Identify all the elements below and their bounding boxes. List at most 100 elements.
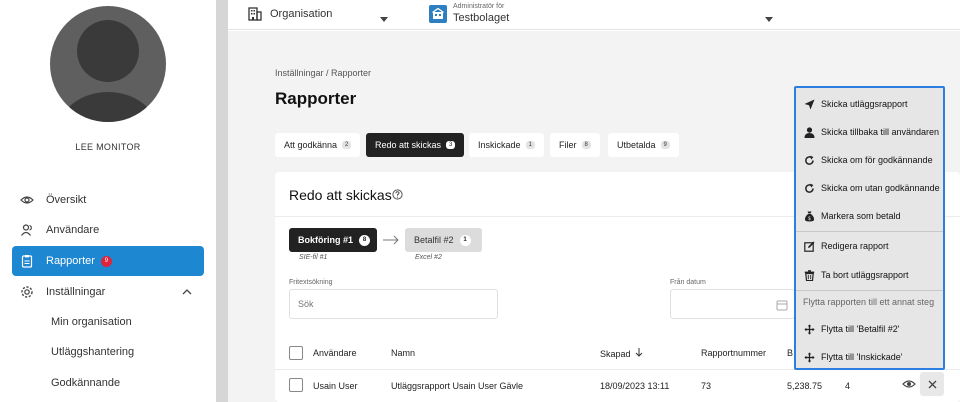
gear-icon xyxy=(20,285,34,299)
menu-item-redigera-rapport[interactable]: Redigera rapport xyxy=(796,232,943,260)
column-header-created[interactable]: Skapad xyxy=(600,348,643,359)
column-header-amount[interactable]: B xyxy=(787,348,793,358)
caret-down-icon[interactable] xyxy=(765,11,773,25)
building-icon xyxy=(248,7,262,24)
close-icon xyxy=(928,380,936,388)
row-checkbox[interactable] xyxy=(289,378,303,394)
organisation-select[interactable]: Organisation xyxy=(270,8,332,20)
menu-divider xyxy=(796,290,943,291)
users-icon xyxy=(20,223,34,237)
tab-filer[interactable]: Filer 8 xyxy=(550,133,600,157)
eye-icon xyxy=(20,193,34,207)
sidebar-subitem-utlaggshantering[interactable]: Utläggshantering xyxy=(51,346,134,358)
sort-down-icon xyxy=(635,348,643,359)
breadcrumb: Inställningar / Rapporter xyxy=(275,68,372,78)
menu-item-skicka-om-utan-godkannande[interactable]: Skicka om utan godkännande xyxy=(796,174,943,202)
clipboard-icon xyxy=(20,254,34,268)
caret-down-icon[interactable] xyxy=(380,11,388,25)
cell-user: Usain User xyxy=(313,381,358,391)
help-icon[interactable] xyxy=(392,189,403,203)
menu-item-skicka-utlaggsrapport[interactable]: Skicka utläggsrapport xyxy=(796,90,943,118)
column-header-number[interactable]: Rapportnummer xyxy=(701,348,766,358)
svg-text:$: $ xyxy=(807,216,810,222)
company-select[interactable]: Testbolaget xyxy=(453,12,509,24)
cell-name[interactable]: Utläggsrapport Usain User Gävle xyxy=(391,381,523,391)
cell-count: 4 xyxy=(845,381,851,391)
menu-item-label: Markera som betald xyxy=(821,211,901,221)
tab-label: Redo att skickas xyxy=(375,140,442,150)
avatar[interactable] xyxy=(50,6,166,122)
select-all-checkbox[interactable] xyxy=(289,346,303,360)
tab-redo-att-skickas[interactable]: Redo att skickas 3 xyxy=(366,133,465,157)
calendar-icon[interactable] xyxy=(776,299,788,314)
step-label: Bokföring #1 xyxy=(298,235,354,245)
admin-caption: Administratör för xyxy=(453,3,505,10)
cell-created: 18/09/2023 13:11 xyxy=(600,381,670,391)
arrow-right-icon xyxy=(382,234,400,248)
user-name: LEE MONITOR xyxy=(75,142,141,152)
column-header-user[interactable]: Användare xyxy=(313,348,357,358)
sidebar-scrollbar[interactable] xyxy=(216,0,228,402)
close-menu-button[interactable] xyxy=(920,372,944,396)
sidebar-subitem-min-organisation[interactable]: Min organisation xyxy=(51,316,132,328)
money-bag-icon: $ xyxy=(803,210,815,222)
tab-label: Att godkänna xyxy=(284,140,338,150)
menu-item-label: Skicka om utan godkännande xyxy=(821,183,940,193)
sidebar-item-oversikt[interactable]: Översikt xyxy=(12,185,204,215)
sidebar: LEE MONITOR Översikt Användare Rapporter… xyxy=(0,0,216,402)
cell-amount: 5,238.75 xyxy=(787,381,823,391)
report-actions-menu: Skicka utläggsrapport Skicka tillbaka ti… xyxy=(794,86,945,370)
menu-item-label: Skicka tillbaka till användaren xyxy=(821,127,940,137)
tab-count: 8 xyxy=(581,141,591,149)
sidebar-item-anvandare[interactable]: Användare xyxy=(12,215,204,245)
tab-count: 9 xyxy=(660,141,670,149)
menu-item-markera-som-betald[interactable]: $ Markera som betald xyxy=(796,202,943,230)
chevron-up-icon[interactable] xyxy=(182,286,192,298)
tab-att-godkanna[interactable]: Att godkänna 2 xyxy=(275,133,361,157)
send-icon xyxy=(803,98,815,110)
move-icon xyxy=(803,351,815,363)
menu-item-ta-bort[interactable]: Ta bort utläggsrapport xyxy=(796,261,943,289)
menu-item-skicka-tillbaka[interactable]: Skicka tillbaka till användaren xyxy=(796,118,943,146)
move-icon xyxy=(803,323,815,335)
tab-label: Inskickade xyxy=(478,140,521,150)
sidebar-item-label: Användare xyxy=(46,224,100,236)
tab-count: 1 xyxy=(525,141,535,149)
trash-icon xyxy=(803,269,815,281)
menu-item-flytta-inskickade[interactable]: Flytta till 'Inskickade' xyxy=(796,343,943,371)
top-bar: Organisation Administratör för Testbolag… xyxy=(228,0,960,30)
menu-item-label: Ta bort utläggsrapport xyxy=(821,270,909,280)
column-header-label: Skapad xyxy=(600,348,631,359)
edit-icon xyxy=(803,240,815,252)
column-header-name[interactable]: Namn xyxy=(391,348,415,358)
menu-item-skicka-om-for-godkannande[interactable]: Skicka om för godkännande xyxy=(796,146,943,174)
menu-item-label: Skicka utläggsrapport xyxy=(821,99,908,109)
sidebar-subitem-godkannande[interactable]: Godkännande xyxy=(51,377,120,389)
menu-item-label: Flytta till 'Inskickade' xyxy=(821,352,903,362)
sidebar-item-label: Översikt xyxy=(46,194,87,206)
step-label: Betalfil #2 xyxy=(414,235,454,245)
company-logo xyxy=(429,5,447,23)
step-count: 1 xyxy=(459,234,471,246)
sidebar-item-installningar[interactable]: Inställningar xyxy=(12,277,204,307)
step-bokforing[interactable]: Bokföring #1 8 xyxy=(289,228,377,252)
step-betalfil[interactable]: Betalfil #2 1 xyxy=(405,228,482,252)
cell-number: 73 xyxy=(701,381,712,391)
menu-item-label: Redigera rapport xyxy=(821,241,889,251)
tab-utbetalda[interactable]: Utbetalda 9 xyxy=(608,133,679,157)
user-icon xyxy=(803,126,815,138)
search-input[interactable] xyxy=(289,289,498,319)
tab-inskickade[interactable]: Inskickade 1 xyxy=(469,133,544,157)
view-icon[interactable] xyxy=(902,378,916,393)
step-count: 8 xyxy=(359,234,371,246)
menu-item-flytta-betalfil[interactable]: Flytta till 'Betalfil #2' xyxy=(796,315,943,343)
date-label: Från datum xyxy=(670,279,706,286)
sidebar-item-label: Inställningar xyxy=(46,286,106,298)
from-date-input[interactable] xyxy=(670,289,795,319)
sidebar-item-rapporter[interactable]: Rapporter 9 xyxy=(12,246,204,276)
search-label: Fritextsökning xyxy=(289,279,333,286)
tab-label: Filer xyxy=(559,140,577,150)
refresh-icon xyxy=(803,154,815,166)
step-sub-label: Excel #2 xyxy=(415,254,442,261)
tab-count: 3 xyxy=(446,141,456,149)
